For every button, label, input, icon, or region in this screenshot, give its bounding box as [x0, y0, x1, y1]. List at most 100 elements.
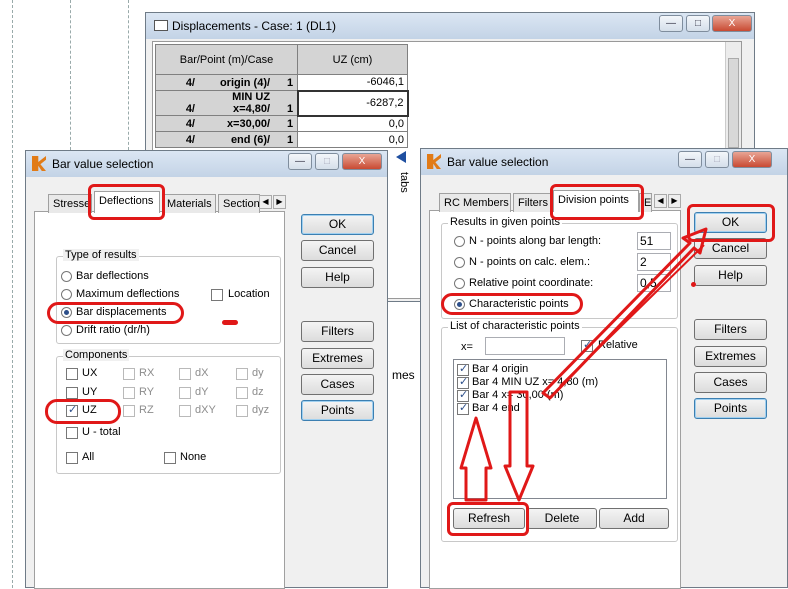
- annotation-highlight: [447, 502, 529, 536]
- n-points-bar-input[interactable]: 51: [637, 232, 671, 250]
- minimize-button[interactable]: —: [659, 15, 683, 32]
- u-total-checkbox[interactable]: [66, 427, 78, 439]
- ux-checkbox[interactable]: [66, 368, 78, 380]
- relative-coordinate-input[interactable]: 0,5: [637, 274, 671, 292]
- minimize-button[interactable]: —: [678, 151, 702, 168]
- close-button[interactable]: X: [732, 151, 772, 168]
- annotation-highlight: [47, 302, 184, 324]
- filters-button[interactable]: Filters: [694, 319, 767, 340]
- uz-cell[interactable]: -6046,1: [297, 74, 408, 91]
- dy-checkbox: [236, 368, 248, 380]
- row-header: 4/ origin (4)/ 1: [155, 74, 298, 91]
- window-title: Displacements - Case: 1 (DL1): [172, 19, 337, 33]
- checkbox-label: Relative: [598, 339, 638, 351]
- tab-filters[interactable]: Filters: [513, 193, 551, 212]
- uz-cell[interactable]: -6287,2: [296, 89, 409, 117]
- annotation-highlight: [441, 293, 583, 315]
- list-item[interactable]: Bar 4 origin: [472, 363, 528, 375]
- grid-line: [12, 0, 13, 588]
- radio-relative-coordinate[interactable]: [454, 278, 465, 289]
- header-row: Bar/Point (m)/Case UZ (cm): [155, 44, 408, 75]
- maximize-button[interactable]: □: [315, 153, 339, 170]
- annotation-highlight: [45, 399, 121, 424]
- help-button[interactable]: Help: [694, 265, 767, 286]
- radio-drift-ratio[interactable]: [61, 325, 72, 336]
- annotation-highlight: [550, 184, 644, 220]
- arrow-left-icon[interactable]: [396, 151, 406, 163]
- location-checkbox[interactable]: [211, 289, 223, 301]
- table-row[interactable]: 4/ end (6)/ 1 0,0: [155, 131, 408, 148]
- extremes-button[interactable]: Extremes: [694, 346, 767, 367]
- radio-label: Bar deflections: [76, 270, 149, 282]
- list-item[interactable]: Bar 4 x= 30,00 (m): [472, 389, 563, 401]
- add-button[interactable]: Add: [599, 508, 669, 529]
- title-bar: Bar value selection — □ X: [26, 151, 387, 177]
- cases-button[interactable]: Cases: [301, 374, 374, 395]
- checkbox-label: UY: [82, 386, 98, 398]
- radio-maximum-deflections[interactable]: [61, 289, 72, 300]
- uz-cell[interactable]: 0,0: [297, 115, 408, 132]
- maximize-button[interactable]: □: [686, 15, 710, 32]
- row-header: 4/ x=30,00/ 1: [155, 115, 298, 132]
- group-label: List of characteristic points: [448, 320, 582, 332]
- close-button[interactable]: X: [342, 153, 382, 170]
- grid-line: [70, 0, 71, 150]
- all-checkbox[interactable]: [66, 452, 78, 464]
- group-label: Components: [63, 349, 130, 361]
- point-checkbox[interactable]: [457, 401, 469, 415]
- x-input[interactable]: [485, 337, 565, 355]
- column-header[interactable]: Bar/Point (m)/Case: [155, 44, 298, 75]
- tab-stresses[interactable]: Stresse: [48, 194, 92, 213]
- dz-checkbox: [236, 387, 248, 399]
- table-row[interactable]: 4/ MIN UZ x=4,80/ 1 -6287,2: [155, 89, 409, 117]
- title-bar: Bar value selection — □ X: [421, 149, 787, 175]
- checkbox-label: dy: [252, 367, 264, 379]
- tab-scroll-right-icon[interactable]: ▶: [668, 194, 681, 208]
- list-item[interactable]: Bar 4 MIN UZ x= 4,80 (m): [472, 376, 598, 388]
- close-button[interactable]: X: [712, 15, 752, 32]
- list-item[interactable]: Bar 4 end: [472, 402, 520, 414]
- checkbox-label: None: [180, 451, 207, 463]
- radio-n-points-bar[interactable]: [454, 236, 465, 247]
- bar-value-selection-dialog-right: Bar value selection — □ X RC Members Fil…: [420, 148, 788, 589]
- table-row[interactable]: 4/ origin (4)/ 1 -6046,1: [155, 74, 408, 91]
- points-button[interactable]: Points: [301, 400, 374, 421]
- tab-scroll-right-icon[interactable]: ▶: [273, 195, 286, 209]
- points-button[interactable]: Points: [694, 398, 767, 419]
- radio-bar-deflections[interactable]: [61, 271, 72, 282]
- tab-scroll-left-icon[interactable]: ◀: [654, 194, 667, 208]
- cancel-button[interactable]: Cancel: [301, 240, 374, 261]
- uy-checkbox[interactable]: [66, 387, 78, 399]
- scrollbar-thumb[interactable]: [728, 58, 739, 148]
- help-button[interactable]: Help: [301, 267, 374, 288]
- radio-n-points-elem[interactable]: [454, 257, 465, 268]
- points-list[interactable]: Bar 4 origin Bar 4 MIN UZ x= 4,80 (m) Ba…: [453, 359, 667, 499]
- n-points-elem-input[interactable]: 2: [637, 253, 671, 271]
- delete-button[interactable]: Delete: [527, 508, 597, 529]
- none-checkbox[interactable]: [164, 452, 176, 464]
- relative-checkbox[interactable]: [581, 338, 593, 352]
- annotation-highlight: [687, 204, 775, 242]
- checkbox-label: UX: [82, 367, 98, 379]
- row-header: 4/ MIN UZ x=4,80/ 1: [155, 90, 298, 116]
- app-logo-icon: [32, 156, 46, 171]
- uz-cell[interactable]: 0,0: [297, 131, 408, 148]
- filters-button[interactable]: Filters: [301, 321, 374, 342]
- tabs-label[interactable]: tabs: [398, 172, 410, 193]
- dialog-title: Bar value selection: [52, 157, 154, 171]
- title-bar: Displacements - Case: 1 (DL1) — □ X: [146, 13, 754, 39]
- tab-section[interactable]: Section: [218, 194, 260, 213]
- table-row[interactable]: 4/ x=30,00/ 1 0,0: [155, 115, 408, 132]
- extremes-button[interactable]: Extremes: [301, 348, 374, 369]
- tab-materials[interactable]: Materials: [162, 194, 216, 213]
- tab-rc-members[interactable]: RC Members: [439, 193, 511, 212]
- ok-button[interactable]: OK: [301, 214, 374, 235]
- radio-label: Drift ratio (dr/h): [76, 324, 150, 336]
- checkbox-label: dz: [252, 386, 264, 398]
- tab-scroll-left-icon[interactable]: ◀: [259, 195, 272, 209]
- cases-button[interactable]: Cases: [694, 372, 767, 393]
- checkbox-label: dXY: [195, 404, 216, 416]
- minimize-button[interactable]: —: [288, 153, 312, 170]
- maximize-button[interactable]: □: [705, 151, 729, 168]
- column-header[interactable]: UZ (cm): [297, 44, 408, 75]
